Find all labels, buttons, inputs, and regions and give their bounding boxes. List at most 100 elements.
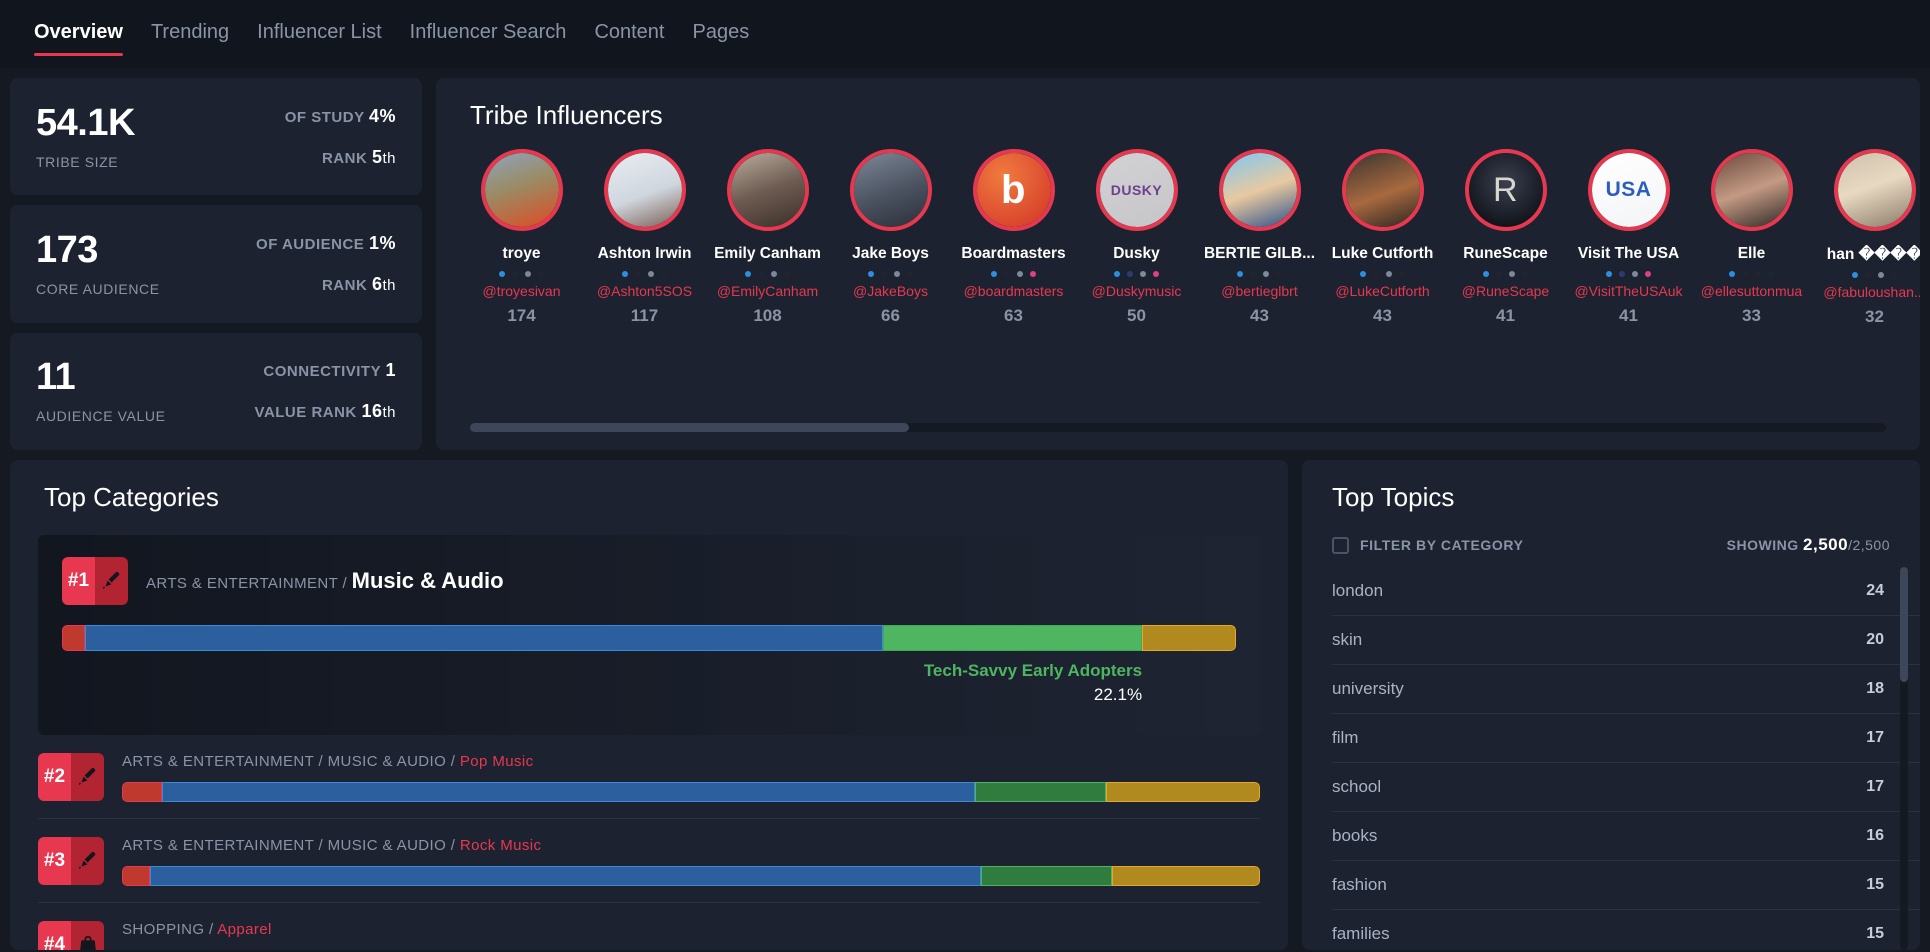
illustrated-face-blue-hair bbox=[1222, 153, 1297, 227]
topic-row[interactable]: fashion 15 bbox=[1332, 861, 1920, 910]
influencer-handle[interactable]: @troyesivan bbox=[460, 283, 583, 299]
avatar[interactable]: USA bbox=[1587, 149, 1670, 231]
tab-pages[interactable]: Pages bbox=[679, 1, 764, 66]
influencer-handle[interactable]: @bertieglbrt bbox=[1198, 283, 1321, 299]
topic-row[interactable]: film 17 bbox=[1332, 714, 1920, 763]
influencer-carousel[interactable]: troye @troyesivan 174 Ashton Irwin @Ashton5S… bbox=[436, 149, 1920, 327]
stat-card-tribe-size[interactable]: 54.1K TRIBE SIZE OF STUDY 4% RANK 5th bbox=[10, 78, 422, 196]
influencer-handle[interactable]: @ellesuttonmua bbox=[1690, 283, 1813, 299]
influencer-handle[interactable]: @RuneScape bbox=[1444, 283, 1567, 299]
influencer-name: Emily Canham bbox=[714, 245, 821, 262]
bar-segment-gold[interactable] bbox=[1142, 625, 1236, 651]
bar-segment-gold[interactable] bbox=[1112, 866, 1260, 886]
category-bar[interactable] bbox=[122, 782, 1260, 802]
bar-segment-blue[interactable] bbox=[85, 625, 883, 651]
influencer-card[interactable]: DUSKY Dusky @Duskymusic 50 bbox=[1075, 149, 1198, 327]
category-bar[interactable] bbox=[62, 625, 1236, 651]
bar-segment-blue[interactable] bbox=[161, 782, 976, 802]
influencer-name: han ���� bbox=[1826, 246, 1920, 263]
influencer-card[interactable]: Emily Canham @EmilyCanham 108 bbox=[706, 149, 829, 327]
avatar[interactable] bbox=[1218, 149, 1301, 231]
stat-kv-suffix: th bbox=[382, 404, 396, 422]
influencer-handle[interactable]: @Ashton5SOS bbox=[583, 283, 706, 299]
avatar[interactable] bbox=[1833, 149, 1916, 231]
avatar[interactable] bbox=[726, 149, 809, 231]
topic-count: 17 bbox=[1866, 729, 1884, 746]
influencer-handle[interactable]: @EmilyCanham bbox=[706, 283, 829, 299]
influencer-handle[interactable]: @VisitTheUSAuk bbox=[1567, 283, 1690, 299]
rank-number: #3 bbox=[38, 837, 71, 885]
main-tab-bar: Overview Trending Influencer List Influe… bbox=[0, 0, 1930, 68]
influencer-handle[interactable]: @Duskymusic bbox=[1075, 283, 1198, 299]
tab-overview[interactable]: Overview bbox=[20, 1, 137, 66]
bar-segment-gold[interactable] bbox=[1106, 782, 1260, 802]
influencer-card[interactable]: han ���� @fabuloushan... 32 bbox=[1813, 149, 1920, 327]
avatar[interactable]: R bbox=[1464, 149, 1547, 231]
avatar[interactable] bbox=[1710, 149, 1793, 231]
influencer-count: 66 bbox=[881, 306, 900, 325]
platform-dot-dark bbox=[512, 271, 518, 277]
category-row-body: ARTS & ENTERTAINMENT / MUSIC & AUDIO / R… bbox=[122, 837, 1260, 886]
bar-segment-greend[interactable] bbox=[981, 866, 1113, 886]
bar-segment-red[interactable] bbox=[122, 782, 162, 802]
bar-segment-blue[interactable] bbox=[150, 866, 982, 886]
influencer-handle[interactable]: @boardmasters bbox=[952, 283, 1075, 299]
influencer-card[interactable]: troye @troyesivan 174 bbox=[460, 149, 583, 327]
avatar[interactable] bbox=[849, 149, 932, 231]
bar-segment-red[interactable] bbox=[62, 625, 86, 651]
panel-title: Top Topics bbox=[1332, 482, 1455, 512]
topics-header: Top Topics FILTER BY CATEGORY SHOWING 2,… bbox=[1302, 482, 1920, 567]
stat-card-audience-value[interactable]: 11 AUDIENCE VALUE CONNECTIVITY 1 VALUE R… bbox=[10, 332, 422, 450]
tab-influencer-list[interactable]: Influencer List bbox=[243, 1, 396, 66]
carousel-scrollbar-thumb[interactable] bbox=[470, 423, 909, 432]
influencer-card[interactable]: Jake Boys @JakeBoys 66 bbox=[829, 149, 952, 327]
influencer-card[interactable]: Luke Cutforth @LukeCutforth 43 bbox=[1321, 149, 1444, 327]
topic-row[interactable]: school 17 bbox=[1332, 763, 1920, 812]
influencer-handle[interactable]: @LukeCutforth bbox=[1321, 283, 1444, 299]
crumb-leaf: Pop Music bbox=[455, 753, 534, 770]
topic-row[interactable]: skin 20 bbox=[1332, 616, 1920, 665]
stat-card-core-audience[interactable]: 173 CORE AUDIENCE OF AUDIENCE 1% RANK 6t… bbox=[10, 205, 422, 323]
blonde-woman-selfie bbox=[1837, 153, 1912, 227]
tab-content[interactable]: Content bbox=[580, 1, 678, 66]
influencer-card[interactable]: b Boardmasters @boardmasters 63 bbox=[952, 149, 1075, 327]
avatar[interactable] bbox=[603, 149, 686, 231]
filter-by-category-control[interactable]: FILTER BY CATEGORY bbox=[1332, 536, 1524, 554]
category-bar[interactable] bbox=[122, 866, 1260, 886]
filter-checkbox[interactable] bbox=[1332, 536, 1349, 554]
influencer-handle[interactable]: @JakeBoys bbox=[829, 283, 952, 299]
topics-scrollbar-thumb[interactable] bbox=[1900, 567, 1908, 682]
crumb-leaf: Apparel bbox=[213, 921, 272, 938]
topic-row[interactable]: books 16 bbox=[1332, 812, 1920, 861]
bar-segment-greend[interactable] bbox=[975, 782, 1107, 802]
category-row[interactable]: #3 ARTS & ENTERTAINMENT / MUSIC & AUDIO /… bbox=[38, 819, 1260, 903]
influencer-name: Dusky bbox=[1113, 245, 1160, 262]
platform-dot-grey bbox=[1632, 271, 1638, 277]
bottom-section: Top Categories #1 ARTS & ENTERTAINMENT /… bbox=[10, 460, 1920, 950]
bar-segment-red[interactable] bbox=[122, 866, 151, 886]
avatar[interactable] bbox=[480, 149, 563, 231]
category-row[interactable]: #4 SHOPPING / Apparel bbox=[38, 903, 1260, 950]
influencer-card[interactable]: Ashton Irwin @Ashton5SOS 117 bbox=[583, 149, 706, 327]
influencer-card[interactable]: Elle @ellesuttonmua 33 bbox=[1690, 149, 1813, 327]
influencer-handle[interactable]: @fabuloushan... bbox=[1813, 284, 1920, 300]
bar-segment-green[interactable] bbox=[882, 625, 1143, 651]
influencer-card[interactable]: USA Visit The USA @VisitTheUSAuk 41 bbox=[1567, 149, 1690, 327]
carousel-scrollbar[interactable] bbox=[470, 423, 1886, 432]
influencer-card[interactable]: BERTIE GILB... @bertieglbrt 43 bbox=[1198, 149, 1321, 327]
category-row[interactable]: #2 ARTS & ENTERTAINMENT / MUSIC & AUDIO /… bbox=[38, 735, 1260, 819]
tab-influencer-search[interactable]: Influencer Search bbox=[396, 1, 581, 66]
topics-list: london 24 skin 20 university 18 film 17 school 17… bbox=[1302, 567, 1920, 950]
avatar[interactable] bbox=[1341, 149, 1424, 231]
avatar[interactable]: b bbox=[972, 149, 1055, 231]
influencer-card[interactable]: R RuneScape @RuneScape 41 bbox=[1444, 149, 1567, 327]
tab-trending[interactable]: Trending bbox=[137, 1, 243, 66]
platform-dot-blue bbox=[1852, 272, 1858, 278]
category-featured-row[interactable]: #1 ARTS & ENTERTAINMENT / Music & Audio … bbox=[38, 535, 1260, 735]
topic-row[interactable]: families 15 bbox=[1332, 910, 1920, 950]
topics-scrollbar[interactable] bbox=[1900, 567, 1908, 950]
avatar[interactable]: DUSKY bbox=[1095, 149, 1178, 231]
topic-row[interactable]: university 18 bbox=[1332, 665, 1920, 714]
topic-row[interactable]: london 24 bbox=[1332, 567, 1920, 616]
woman-dark-hair-indoors bbox=[1714, 153, 1789, 227]
